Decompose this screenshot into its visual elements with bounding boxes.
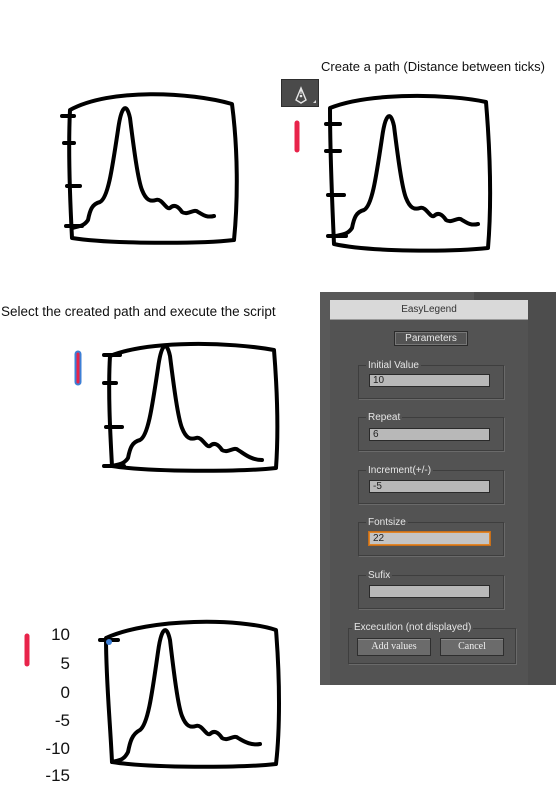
sufix-input[interactable] (369, 585, 490, 598)
dialog-title: EasyLegend (330, 300, 528, 320)
sufix-label: Sufix (366, 570, 393, 581)
increment-label: Increment(+/-) (366, 465, 434, 476)
tick-label: 0 (60, 683, 70, 702)
execution-label: Excecution (not displayed) (352, 622, 474, 633)
tick-label: -10 (45, 739, 70, 758)
tick-label: -5 (54, 711, 70, 730)
repeat-input[interactable]: 6 (369, 428, 490, 441)
initial-value-input[interactable]: 10 (369, 374, 490, 387)
initial-value-label: Initial Value (366, 360, 421, 371)
pen-tool-button[interactable] (281, 79, 319, 107)
parameters-label: Parameters (394, 331, 468, 346)
anchor-point (106, 639, 112, 645)
cancel-button[interactable]: Cancel (440, 638, 504, 656)
increment-input[interactable]: -5 (369, 480, 490, 493)
repeat-label: Repeat (366, 412, 403, 423)
fontsize-input[interactable]: 22 (369, 532, 490, 545)
tick-label: -15 (45, 766, 70, 785)
fontsize-label: Fontsize (366, 517, 408, 528)
pen-tool-icon (295, 86, 316, 104)
add-values-button[interactable]: Add values (357, 638, 431, 656)
tick-label: 10 (51, 625, 70, 644)
tick-label: 5 (60, 654, 70, 673)
